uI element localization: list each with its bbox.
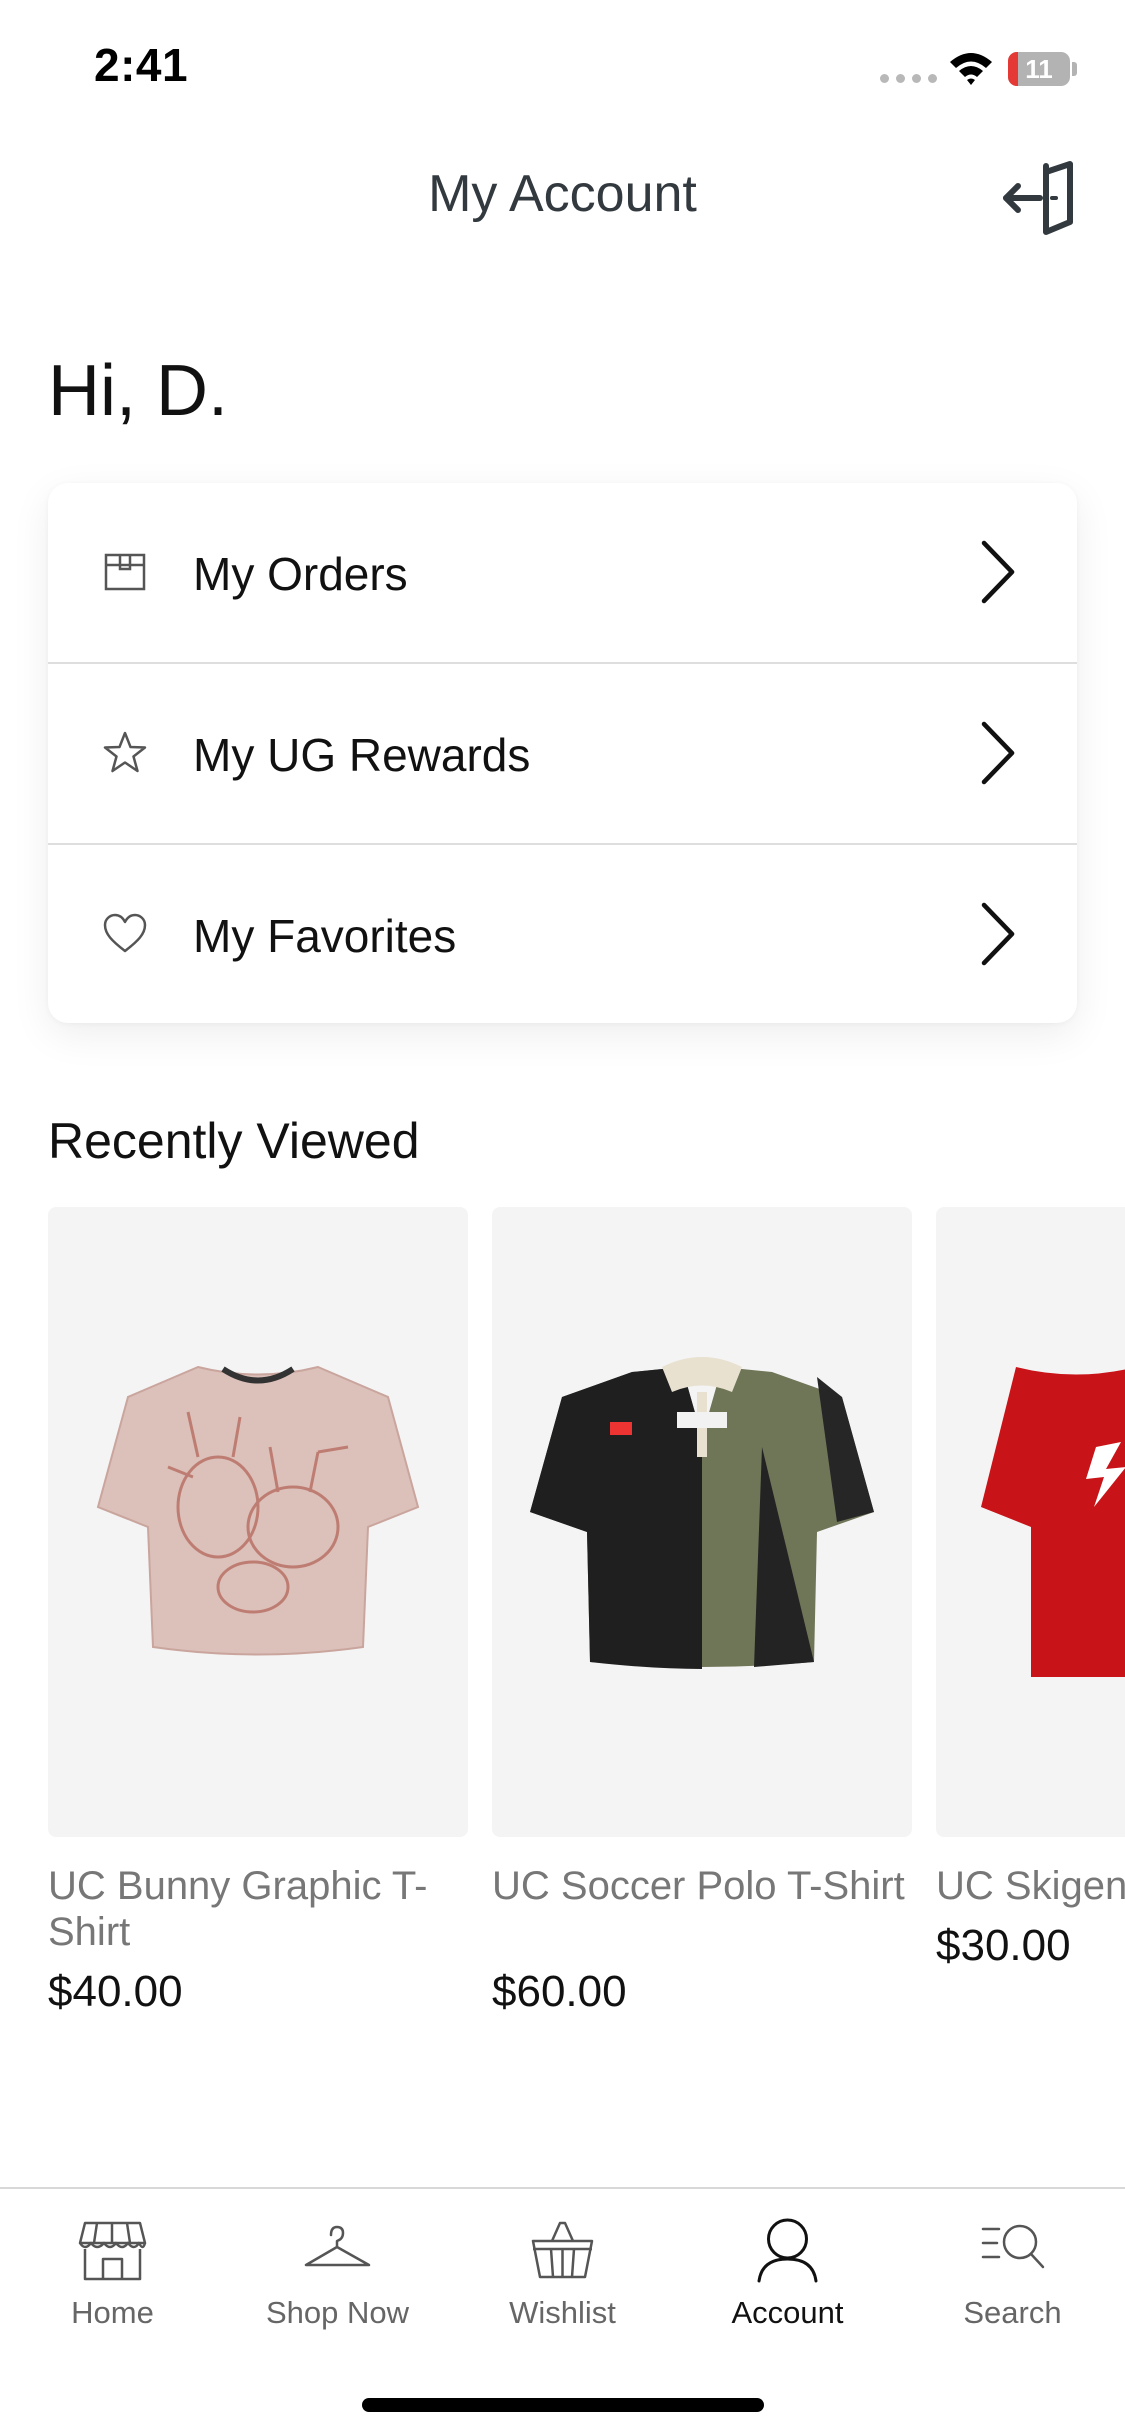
product-price: $40.00 (48, 1967, 183, 2016)
product-image (936, 1207, 1125, 1837)
product-name: UC Soccer Polo T-Shirt (492, 1864, 905, 1908)
tab-wishlist[interactable]: Wishlist (450, 2189, 675, 2359)
tab-search[interactable]: Search (900, 2189, 1125, 2359)
search-icon (981, 2224, 1045, 2269)
product-price: $30.00 (936, 1921, 1071, 1970)
product-card[interactable]: UC Bunny Graphic T-Shirt $40.00 (48, 1207, 468, 2027)
tab-account[interactable]: Account (675, 2189, 900, 2359)
store-icon (78, 2221, 147, 2281)
home-indicator[interactable] (362, 2398, 764, 2412)
account-screen: 2:41 11 My Account Hi, D. My Orders My U… (0, 0, 1125, 2436)
status-time: 2:41 (94, 39, 189, 91)
cellular-signal-icon (880, 74, 937, 83)
tab-home[interactable]: Home (0, 2189, 225, 2359)
polo-shirt-image (530, 1357, 874, 1669)
star-icon (103, 731, 147, 773)
tab-label: Home (71, 2295, 154, 2330)
tshirt-image (96, 1365, 420, 1656)
product-card[interactable]: UC Skigen $30.00 (936, 1207, 1125, 2027)
product-name: UC Skigen (936, 1864, 1125, 1908)
menu-item-my-ug-rewards[interactable]: My UG Rewards (48, 664, 1077, 843)
menu-item-my-orders[interactable]: My Orders (48, 483, 1077, 662)
hanger-icon (304, 2225, 371, 2267)
battery-level: 11 (1025, 54, 1053, 84)
tab-shop-now[interactable]: Shop Now (225, 2189, 450, 2359)
battery-icon: 11 (1008, 52, 1070, 86)
page-title: My Account (428, 165, 697, 223)
product-name: UC Bunny Graphic T-Shirt (48, 1864, 428, 1954)
person-icon (757, 2218, 818, 2283)
tab-label: Account (731, 2295, 844, 2330)
menu-item-label: My Favorites (193, 910, 457, 962)
chevron-right-icon (981, 902, 1015, 966)
chevron-right-icon (981, 721, 1015, 785)
menu-item-label: My Orders (193, 548, 408, 600)
status-bar: 2:41 11 (0, 0, 1125, 140)
greeting: Hi, D. (48, 351, 228, 431)
product-image (492, 1207, 912, 1837)
menu-item-label: My UG Rewards (193, 729, 531, 781)
heart-icon (103, 913, 147, 953)
basket-icon (531, 2221, 594, 2279)
chevron-right-icon (981, 540, 1015, 604)
product-card[interactable]: UC Soccer Polo T-Shirt $60.00 (492, 1207, 912, 2027)
logout-icon[interactable] (1000, 160, 1080, 236)
product-image (48, 1207, 468, 1837)
tab-label: Wishlist (509, 2295, 616, 2330)
wifi-icon (950, 53, 992, 85)
recently-viewed-title: Recently Viewed (48, 1113, 420, 1169)
tshirt-image (981, 1367, 1125, 1677)
tab-label: Shop Now (265, 2295, 410, 2330)
account-menu: My Orders My UG Rewards My Favorites (48, 483, 1077, 1023)
tab-label: Search (963, 2295, 1062, 2330)
battery-cap (1072, 62, 1077, 76)
product-price: $60.00 (492, 1967, 627, 2016)
box-icon (104, 553, 146, 591)
menu-item-my-favorites[interactable]: My Favorites (48, 845, 1077, 1023)
